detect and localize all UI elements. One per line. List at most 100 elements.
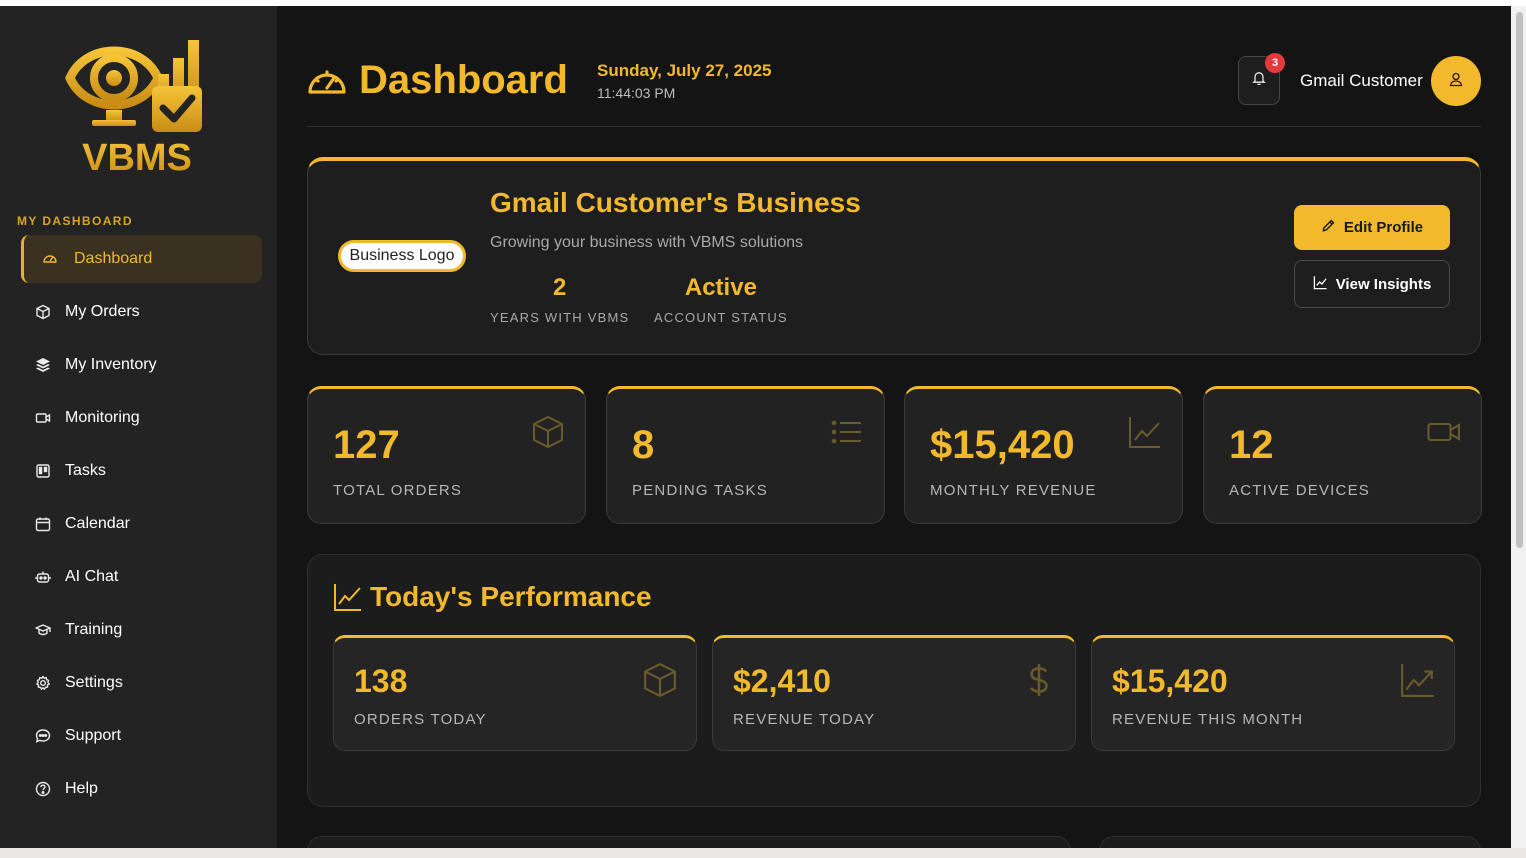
graduation-cap-icon xyxy=(33,620,53,640)
sidebar-item-monitoring[interactable]: Monitoring xyxy=(0,394,277,442)
perf-card-revenue-this-month: $15,420 REVENUE THIS MONTH xyxy=(1091,635,1455,751)
stat-label: ORDERS TODAY xyxy=(354,711,487,728)
stat-label: TOTAL ORDERS xyxy=(333,482,463,499)
sidebar-item-label: Support xyxy=(65,727,122,744)
view-insights-label: View Insights xyxy=(1335,275,1432,293)
sidebar-item-my-orders[interactable]: My Orders xyxy=(0,288,277,336)
avatar[interactable] xyxy=(1431,56,1481,106)
camera-icon xyxy=(33,408,53,428)
sidebar-item-calendar[interactable]: Calendar xyxy=(0,500,277,548)
sidebar-item-label: Tasks xyxy=(65,462,106,479)
stat-value: 2 xyxy=(553,274,567,301)
stat-value: 8 xyxy=(632,423,655,467)
account-status-stat: Active ACCOUNT STATUS xyxy=(654,274,788,325)
pencil-icon xyxy=(1321,218,1336,237)
stat-label: MONTHLY REVENUE xyxy=(930,482,1097,499)
business-tagline: Growing your business with VBMS solution… xyxy=(490,234,804,251)
notification-count-badge: 3 xyxy=(1265,53,1285,73)
sidebar-item-settings[interactable]: Settings xyxy=(0,659,277,707)
list-icon xyxy=(830,415,864,449)
box-icon xyxy=(33,302,53,322)
gauge-icon xyxy=(307,64,347,98)
sidebar-item-label: My Orders xyxy=(65,303,140,320)
notifications-button[interactable]: 3 xyxy=(1238,53,1285,105)
stat-value: 127 xyxy=(333,423,400,467)
line-chart-icon xyxy=(333,582,363,612)
perf-card-orders-today: 138 ORDERS TODAY xyxy=(333,635,697,751)
stat-value: $15,420 xyxy=(930,423,1075,467)
sidebar: VBMS MY DASHBOARD Dashboard My Orders My… xyxy=(0,6,277,848)
current-time: 11:44:03 PM xyxy=(597,85,676,101)
business-profile-card: Business Logo Gmail Customer's Business … xyxy=(307,157,1481,355)
sidebar-item-dashboard[interactable]: Dashboard xyxy=(21,235,262,283)
video-camera-icon xyxy=(1427,415,1461,449)
page-header: Dashboard Sunday, July 27, 2025 11:44:03… xyxy=(307,6,1481,127)
current-date: Sunday, July 27, 2025 xyxy=(597,61,772,80)
scrollbar-thumb[interactable] xyxy=(1516,12,1523,548)
edit-profile-button[interactable]: Edit Profile xyxy=(1294,205,1450,250)
dollar-icon xyxy=(1021,662,1057,698)
stat-value: 12 xyxy=(1229,423,1274,467)
sidebar-item-label: My Inventory xyxy=(65,356,157,373)
stat-value: $2,410 xyxy=(733,663,831,699)
sidebar-item-label: Calendar xyxy=(65,515,130,532)
sidebar-item-label: Help xyxy=(65,780,98,797)
window-bottom-edge xyxy=(0,848,1526,858)
vbms-logo[interactable]: VBMS xyxy=(62,34,212,179)
stat-label: PENDING TASKS xyxy=(632,482,768,499)
sidebar-item-ai-chat[interactable]: AI Chat xyxy=(0,553,277,601)
stat-value: 138 xyxy=(354,663,408,699)
years-stat: 2 YEARS WITH VBMS xyxy=(490,274,629,325)
box-icon xyxy=(531,415,565,449)
main-content: Dashboard Sunday, July 27, 2025 11:44:03… xyxy=(277,6,1511,848)
page-title: Dashboard xyxy=(359,58,568,102)
trend-up-icon xyxy=(1400,662,1436,698)
lower-panel-left xyxy=(307,836,1071,848)
sidebar-item-label: Dashboard xyxy=(74,250,153,267)
stat-label: YEARS WITH VBMS xyxy=(490,310,630,325)
line-chart-icon xyxy=(1128,415,1162,449)
todays-performance-section: Today's Performance 138 ORDERS TODAY $2,… xyxy=(307,554,1481,807)
sidebar-item-label: Monitoring xyxy=(65,409,140,426)
logo-text: VBMS xyxy=(82,137,192,174)
sidebar-item-help[interactable]: Help xyxy=(0,765,277,813)
edit-profile-label: Edit Profile xyxy=(1343,219,1424,236)
sidebar-item-label: Settings xyxy=(65,674,123,691)
calendar-icon xyxy=(33,514,53,534)
sidebar-item-label: AI Chat xyxy=(65,568,119,585)
stat-card-total-orders: 127 TOTAL ORDERS xyxy=(307,386,586,524)
question-circle-icon xyxy=(33,779,53,799)
bell-icon xyxy=(1251,70,1267,91)
gauge-icon xyxy=(40,249,60,269)
sidebar-item-support[interactable]: Support xyxy=(0,712,277,760)
stat-value: Active xyxy=(684,274,757,301)
view-insights-button[interactable]: View Insights xyxy=(1294,260,1450,308)
stat-card-active-devices: 12 ACTIVE DEVICES xyxy=(1203,386,1482,524)
robot-icon xyxy=(33,567,53,587)
box-icon xyxy=(642,662,678,698)
perf-card-revenue-today: $2,410 REVENUE TODAY xyxy=(712,635,1076,751)
sidebar-section-label: MY DASHBOARD xyxy=(17,214,133,228)
sidebar-item-training[interactable]: Training xyxy=(0,606,277,654)
business-logo: Business Logo xyxy=(338,240,466,272)
kanban-icon xyxy=(33,461,53,481)
layers-icon xyxy=(33,355,53,375)
sidebar-item-label: Training xyxy=(65,621,123,638)
stat-label: ACCOUNT STATUS xyxy=(654,310,788,325)
chat-bubble-icon xyxy=(33,726,53,746)
stat-card-monthly-revenue: $15,420 MONTHLY REVENUE xyxy=(904,386,1183,524)
gear-icon xyxy=(33,673,53,693)
stat-card-pending-tasks: 8 PENDING TASKS xyxy=(606,386,885,524)
line-chart-icon xyxy=(1313,275,1328,294)
user-name[interactable]: Gmail Customer xyxy=(1300,71,1423,91)
sidebar-item-tasks[interactable]: Tasks xyxy=(0,447,277,495)
stat-label: REVENUE THIS MONTH xyxy=(1112,711,1304,728)
stat-value: $15,420 xyxy=(1112,663,1228,699)
performance-title: Today's Performance xyxy=(370,581,652,612)
user-icon xyxy=(1448,71,1464,92)
lower-panel-right xyxy=(1099,836,1481,848)
sidebar-nav: Dashboard My Orders My Inventory Monitor… xyxy=(0,235,277,818)
stat-label: REVENUE TODAY xyxy=(733,711,876,728)
business-name: Gmail Customer's Business xyxy=(490,187,861,218)
sidebar-item-my-inventory[interactable]: My Inventory xyxy=(0,341,277,389)
